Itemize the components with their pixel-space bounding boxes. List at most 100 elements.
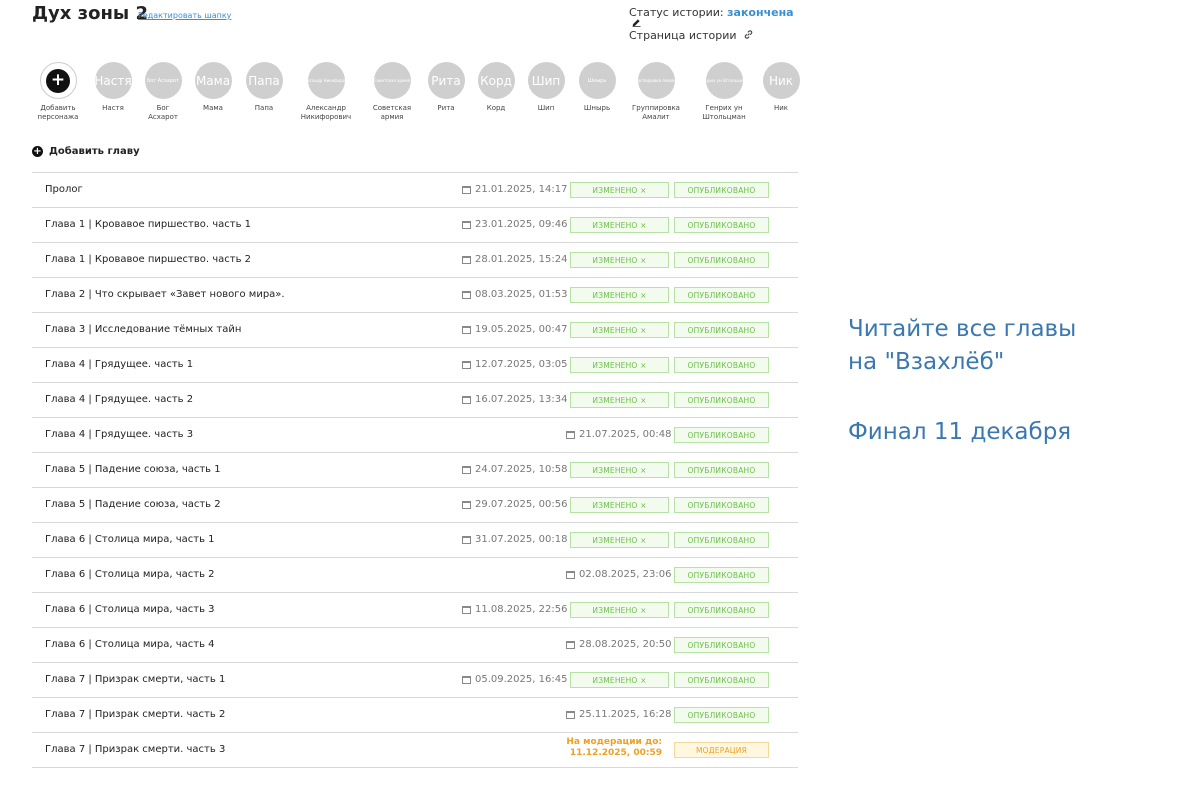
changed-badge[interactable]: изменено ×	[570, 672, 669, 688]
published-badge[interactable]: опубликовано	[674, 637, 769, 653]
chapter-row[interactable]: Глава 4 | Грядущее. часть 1 12.07.2025, 0…	[32, 348, 798, 383]
chapter-title[interactable]: Глава 6 | Столица мира, часть 1	[45, 534, 215, 545]
chapter-row[interactable]: Глава 2 | Что скрывает «Завет нового мир…	[32, 278, 798, 313]
changed-badge[interactable]: изменено ×	[570, 532, 669, 548]
chapter-title[interactable]: Глава 6 | Столица мира, часть 4	[45, 639, 215, 650]
published-badge[interactable]: опубликовано	[674, 462, 769, 478]
link-icon	[744, 30, 753, 39]
character-label: Ник	[773, 104, 789, 112]
chapter-row[interactable]: Глава 5 | Падение союза, часть 2 29.07.20…	[32, 488, 798, 523]
character-gruppirovka-amalit[interactable]: Группировка Амалит ГруппировкаАмалит	[621, 62, 691, 122]
chapter-row[interactable]: Глава 6 | Столица мира, часть 1 31.07.202…	[32, 523, 798, 558]
published-badge[interactable]: опубликовано	[674, 182, 769, 198]
avatar[interactable]: Советская армия	[373, 62, 411, 99]
avatar[interactable]: Генрих ун Штольцман	[705, 62, 743, 99]
chapter-title[interactable]: Глава 6 | Столица мира, часть 2	[45, 569, 215, 580]
chapter-row[interactable]: Глава 4 | Грядущее. часть 2 16.07.2025, 1…	[32, 383, 798, 418]
chapter-title[interactable]: Глава 7 | Призрак смерти. часть 3	[45, 744, 225, 755]
chapter-date: 31.07.2025, 00:18	[462, 534, 567, 545]
changed-badge[interactable]: изменено ×	[570, 217, 669, 233]
calendar-icon	[462, 395, 471, 404]
chapter-title[interactable]: Глава 7 | Призрак смерти, часть 1	[45, 674, 225, 685]
chapter-row[interactable]: Глава 4 | Грядущее. часть 3 21.07.2025, 0…	[32, 418, 798, 453]
published-badge[interactable]: опубликовано	[674, 602, 769, 618]
chapter-title[interactable]: Пролог	[45, 184, 83, 195]
character-nik[interactable]: Ник Ник	[746, 62, 816, 113]
published-badge[interactable]: опубликовано	[674, 672, 769, 688]
calendar-icon	[566, 430, 575, 439]
changed-badge[interactable]: изменено ×	[570, 602, 669, 618]
chapter-row[interactable]: Глава 3 | Исследование тёмных тайн 19.05.…	[32, 313, 798, 348]
published-badge[interactable]: опубликовано	[674, 707, 769, 723]
chapter-title[interactable]: Глава 4 | Грядущее. часть 1	[45, 359, 193, 370]
chapter-row[interactable]: Пролог 21.01.2025, 14:17 изменено × опублик…	[32, 173, 798, 208]
chapter-date: 28.08.2025, 20:50	[566, 639, 671, 650]
add-character-avatar[interactable]: +	[39, 62, 77, 99]
avatar[interactable]: Бог Асхарот	[144, 62, 182, 99]
chapter-row[interactable]: Глава 7 | Призрак смерти. часть 3 На моде…	[32, 733, 798, 768]
published-badge[interactable]: опубликовано	[674, 392, 769, 408]
character-papa[interactable]: Папа Папа	[229, 62, 299, 113]
chapter-row[interactable]: Глава 1 | Кровавое пиршество. часть 1 23.…	[32, 208, 798, 243]
chapter-title[interactable]: Глава 5 | Падение союза, часть 1	[45, 464, 221, 475]
story-header: Дух зоны 2 Редактировать шапку Статус ис…	[32, 0, 800, 60]
chapter-row[interactable]: Глава 5 | Падение союза, часть 1 24.07.20…	[32, 453, 798, 488]
chapter-title[interactable]: Глава 5 | Падение союза, часть 2	[45, 499, 221, 510]
chapter-date: 24.07.2025, 10:58	[462, 464, 567, 475]
chapter-row[interactable]: Глава 6 | Столица мира, часть 4 28.08.202…	[32, 628, 798, 663]
published-badge[interactable]: опубликовано	[674, 532, 769, 548]
chapter-date: 05.09.2025, 16:45	[462, 674, 567, 685]
published-badge[interactable]: опубликовано	[674, 497, 769, 513]
changed-badge[interactable]: изменено ×	[570, 322, 669, 338]
published-badge[interactable]: опубликовано	[674, 217, 769, 233]
published-badge[interactable]: опубликовано	[674, 427, 769, 443]
status-value[interactable]: закончена	[727, 6, 793, 19]
chapter-row[interactable]: Глава 7 | Призрак смерти. часть 2 25.11.2…	[32, 698, 798, 733]
chapter-row[interactable]: Глава 1 | Кровавое пиршество. часть 2 28.…	[32, 243, 798, 278]
pencil-icon[interactable]	[632, 18, 641, 27]
history-page-link[interactable]: Страница истории	[629, 28, 754, 42]
published-badge[interactable]: опубликовано	[674, 357, 769, 373]
avatar[interactable]: Настя	[94, 62, 132, 99]
avatar[interactable]: Корд	[477, 62, 515, 99]
calendar-icon	[462, 500, 471, 509]
edit-header-link[interactable]: Редактировать шапку	[138, 11, 231, 20]
calendar-icon	[462, 675, 471, 684]
changed-badge[interactable]: изменено ×	[570, 252, 669, 268]
chapter-title[interactable]: Глава 4 | Грядущее. часть 2	[45, 394, 193, 405]
chapter-title[interactable]: Глава 4 | Грядущее. часть 3	[45, 429, 193, 440]
chapter-title[interactable]: Глава 6 | Столица мира, часть 3	[45, 604, 215, 615]
changed-badge[interactable]: изменено ×	[570, 392, 669, 408]
avatar[interactable]: Рита	[427, 62, 465, 99]
chapter-row[interactable]: Глава 6 | Столица мира, часть 3 11.08.202…	[32, 593, 798, 628]
avatar[interactable]: Ник	[762, 62, 800, 99]
avatar[interactable]: Мама	[194, 62, 232, 99]
changed-badge[interactable]: изменено ×	[570, 287, 669, 303]
avatar[interactable]: Шип	[527, 62, 565, 99]
avatar[interactable]: Папа	[245, 62, 283, 99]
calendar-icon	[462, 360, 471, 369]
published-badge[interactable]: опубликовано	[674, 322, 769, 338]
chapter-date: 21.01.2025, 14:17	[462, 184, 567, 195]
story-page: Дух зоны 2 Редактировать шапку Статус ис…	[32, 0, 800, 768]
avatar[interactable]: Группировка Амалит	[637, 62, 675, 99]
changed-badge[interactable]: изменено ×	[570, 462, 669, 478]
published-badge[interactable]: опубликовано	[674, 567, 769, 583]
published-badge[interactable]: опубликовано	[674, 287, 769, 303]
calendar-icon	[462, 185, 471, 194]
chapter-title[interactable]: Глава 1 | Кровавое пиршество. часть 1	[45, 219, 251, 230]
chapter-title[interactable]: Глава 2 | Что скрывает «Завет нового мир…	[45, 289, 285, 300]
changed-badge[interactable]: изменено ×	[570, 497, 669, 513]
chapter-row[interactable]: Глава 7 | Призрак смерти, часть 1 05.09.2…	[32, 663, 798, 698]
changed-badge[interactable]: изменено ×	[570, 182, 669, 198]
avatar[interactable]: Шнырь	[578, 62, 616, 99]
character-aleksandr[interactable]: Александр Никифорович АлександрНикифоров…	[291, 62, 361, 122]
add-chapter-button[interactable]: + Добавить главу	[32, 146, 140, 157]
changed-badge[interactable]: изменено ×	[570, 357, 669, 373]
chapter-row[interactable]: Глава 6 | Столица мира, часть 2 02.08.202…	[32, 558, 798, 593]
avatar[interactable]: Александр Никифорович	[307, 62, 345, 99]
chapter-title[interactable]: Глава 1 | Кровавое пиршество. часть 2	[45, 254, 251, 265]
chapter-title[interactable]: Глава 3 | Исследование тёмных тайн	[45, 324, 241, 335]
chapter-title[interactable]: Глава 7 | Призрак смерти. часть 2	[45, 709, 225, 720]
published-badge[interactable]: опубликовано	[674, 252, 769, 268]
